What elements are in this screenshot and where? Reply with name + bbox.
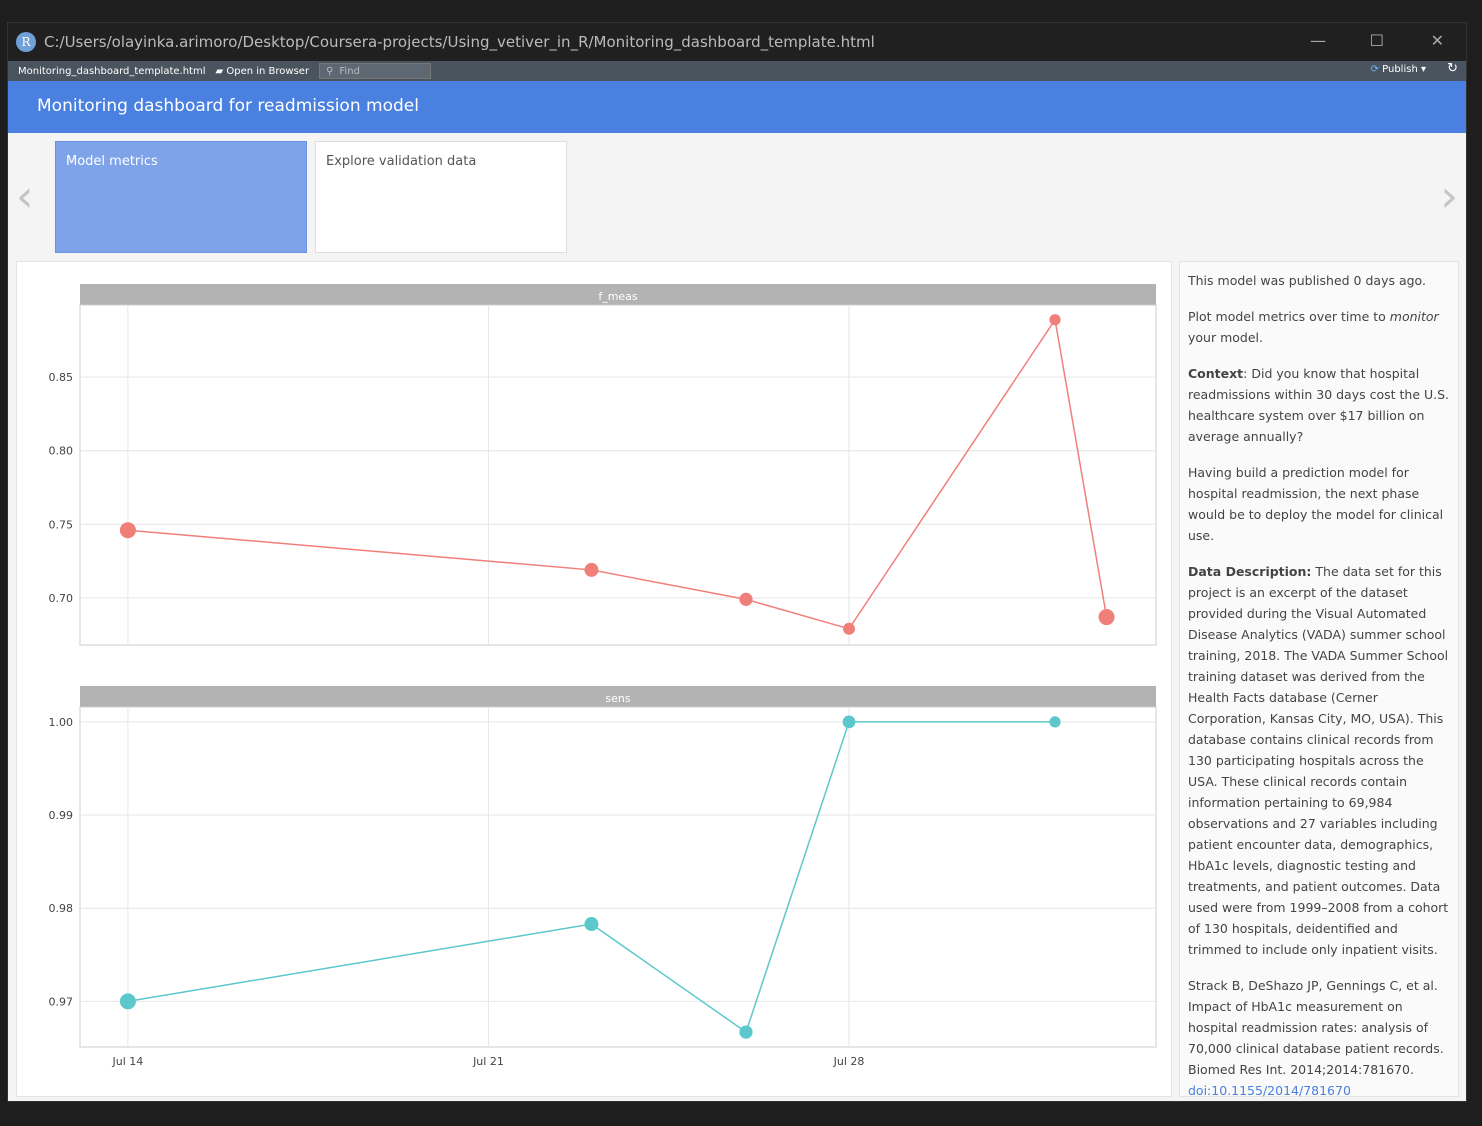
- y-tick-label: 0.85: [49, 371, 74, 384]
- chevron-right-icon[interactable]: ›: [1440, 171, 1458, 222]
- publish-label: Publish: [1382, 64, 1418, 75]
- data-point[interactable]: [842, 715, 856, 729]
- publish-icon: ⟳: [1370, 64, 1383, 75]
- reference: Strack B, DeShazo JP, Gennings C, et al.…: [1188, 978, 1444, 1098]
- chevron-left-icon[interactable]: ‹: [16, 171, 34, 222]
- data-point[interactable]: [584, 562, 599, 577]
- app-window: R C:/Users/olayinka.arimoro/Desktop/Cour…: [7, 22, 1467, 1102]
- data-point[interactable]: [584, 917, 599, 932]
- plot-panel: [79, 304, 1157, 646]
- open-in-browser-label: Open in Browser: [226, 65, 310, 77]
- data-point[interactable]: [1049, 314, 1061, 326]
- data-point[interactable]: [1049, 716, 1061, 728]
- title-bar: R C:/Users/olayinka.arimoro/Desktop/Cour…: [8, 23, 1466, 61]
- x-tick-label: Jul 28: [833, 1055, 865, 1068]
- browser-icon: ▰: [215, 65, 227, 77]
- close-button[interactable]: ✕: [1431, 31, 1444, 50]
- published-text: This model was published 0 days ago.: [1188, 273, 1426, 288]
- y-tick-label: 0.99: [49, 809, 74, 822]
- x-tick-label: Jul 21: [472, 1055, 504, 1068]
- file-name: Monitoring_dashboard_template.html: [18, 65, 206, 77]
- y-tick-label: 0.70: [49, 592, 74, 605]
- open-in-browser-button[interactable]: ▰ Open in Browser: [215, 66, 309, 77]
- facet-title: f_meas: [598, 290, 638, 303]
- model-info-sidebar: This model was published 0 days ago. Plo…: [1179, 261, 1459, 1098]
- tab-model-metrics[interactable]: Model metrics: [55, 141, 307, 253]
- context-text: Context: Did you know that hospital read…: [1188, 366, 1450, 444]
- y-tick-label: 0.97: [49, 995, 74, 1008]
- refresh-icon[interactable]: ↻: [1447, 61, 1458, 76]
- y-tick-label: 0.80: [49, 445, 74, 458]
- tab-carousel: ‹ Model metrics Explore validation data …: [8, 133, 1466, 261]
- data-point[interactable]: [739, 1025, 753, 1039]
- window-title: C:/Users/olayinka.arimoro/Desktop/Course…: [44, 33, 875, 51]
- search-icon: ⚲: [326, 65, 334, 77]
- tab-label: Model metrics: [66, 154, 158, 169]
- find-placeholder: Find: [339, 65, 360, 77]
- r-logo-icon: R: [16, 32, 36, 52]
- viewer-toolbar: Monitoring_dashboard_template.html ▰ Ope…: [8, 61, 1466, 81]
- y-tick-label: 0.98: [49, 902, 74, 915]
- metrics-plot-card: f_meas 0.70 0.75 0.80 0.85 sens 0.97 0.98 0.99 1.…: [16, 261, 1172, 1097]
- data-point[interactable]: [119, 993, 136, 1010]
- minimize-button[interactable]: —: [1310, 31, 1326, 50]
- data-point[interactable]: [843, 622, 856, 635]
- dashboard-header: Monitoring dashboard for readmission mod…: [8, 81, 1466, 133]
- y-tick-label: 0.75: [49, 518, 74, 531]
- x-tick-label: Jul 14: [112, 1055, 144, 1068]
- facet-title: sens: [605, 692, 630, 705]
- data-point[interactable]: [1098, 609, 1115, 626]
- tab-label: Explore validation data: [326, 154, 477, 169]
- data-point[interactable]: [119, 522, 136, 539]
- tab-explore-validation-data[interactable]: Explore validation data: [315, 141, 567, 253]
- find-input[interactable]: ⚲ Find: [319, 63, 432, 79]
- maximize-button[interactable]: ☐: [1370, 31, 1384, 50]
- metrics-plot[interactable]: f_meas 0.70 0.75 0.80 0.85 sens 0.97 0.98 0.99 1.…: [17, 262, 1173, 1098]
- doi-link[interactable]: doi:10.1155/2014/781670: [1188, 1083, 1351, 1098]
- data-description: Data Description: The data set for this …: [1188, 564, 1449, 957]
- data-point[interactable]: [739, 592, 753, 606]
- page-title: Monitoring dashboard for readmission mod…: [37, 96, 419, 116]
- intro-text: Plot model metrics over time to monitor …: [1188, 309, 1439, 345]
- publish-button[interactable]: ⟳ Publish ▾: [1371, 64, 1426, 75]
- next-phase-text: Having build a prediction model for hosp…: [1188, 465, 1444, 543]
- plot-panel: [79, 706, 1157, 1048]
- y-tick-label: 1.00: [49, 716, 74, 729]
